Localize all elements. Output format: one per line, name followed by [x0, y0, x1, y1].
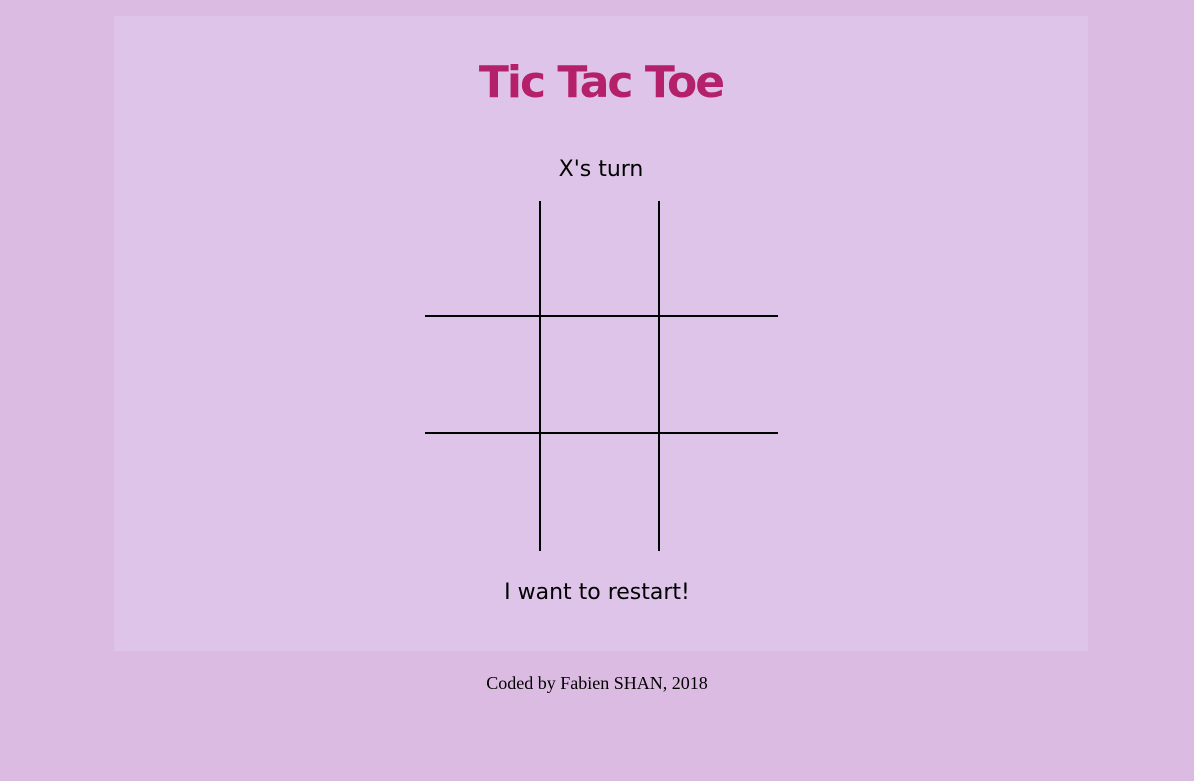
board-cell-9[interactable] [660, 434, 778, 551]
board-cell-2[interactable] [541, 201, 660, 317]
board-cell-3[interactable] [660, 201, 778, 317]
game-title: Tic Tac Toe [478, 57, 725, 108]
turn-indicator: X's turn [558, 157, 644, 182]
board-cell-1[interactable] [425, 201, 541, 317]
restart-button[interactable]: I want to restart! [0, 578, 1194, 608]
footer-credit: Coded by Fabien SHAN, 2018 [486, 673, 708, 693]
board-cell-5[interactable] [541, 317, 660, 434]
game-board [425, 201, 778, 551]
board-cell-6[interactable] [660, 317, 778, 434]
board-cell-7[interactable] [425, 434, 541, 551]
board-cell-8[interactable] [541, 434, 660, 551]
board-cell-4[interactable] [425, 317, 541, 434]
